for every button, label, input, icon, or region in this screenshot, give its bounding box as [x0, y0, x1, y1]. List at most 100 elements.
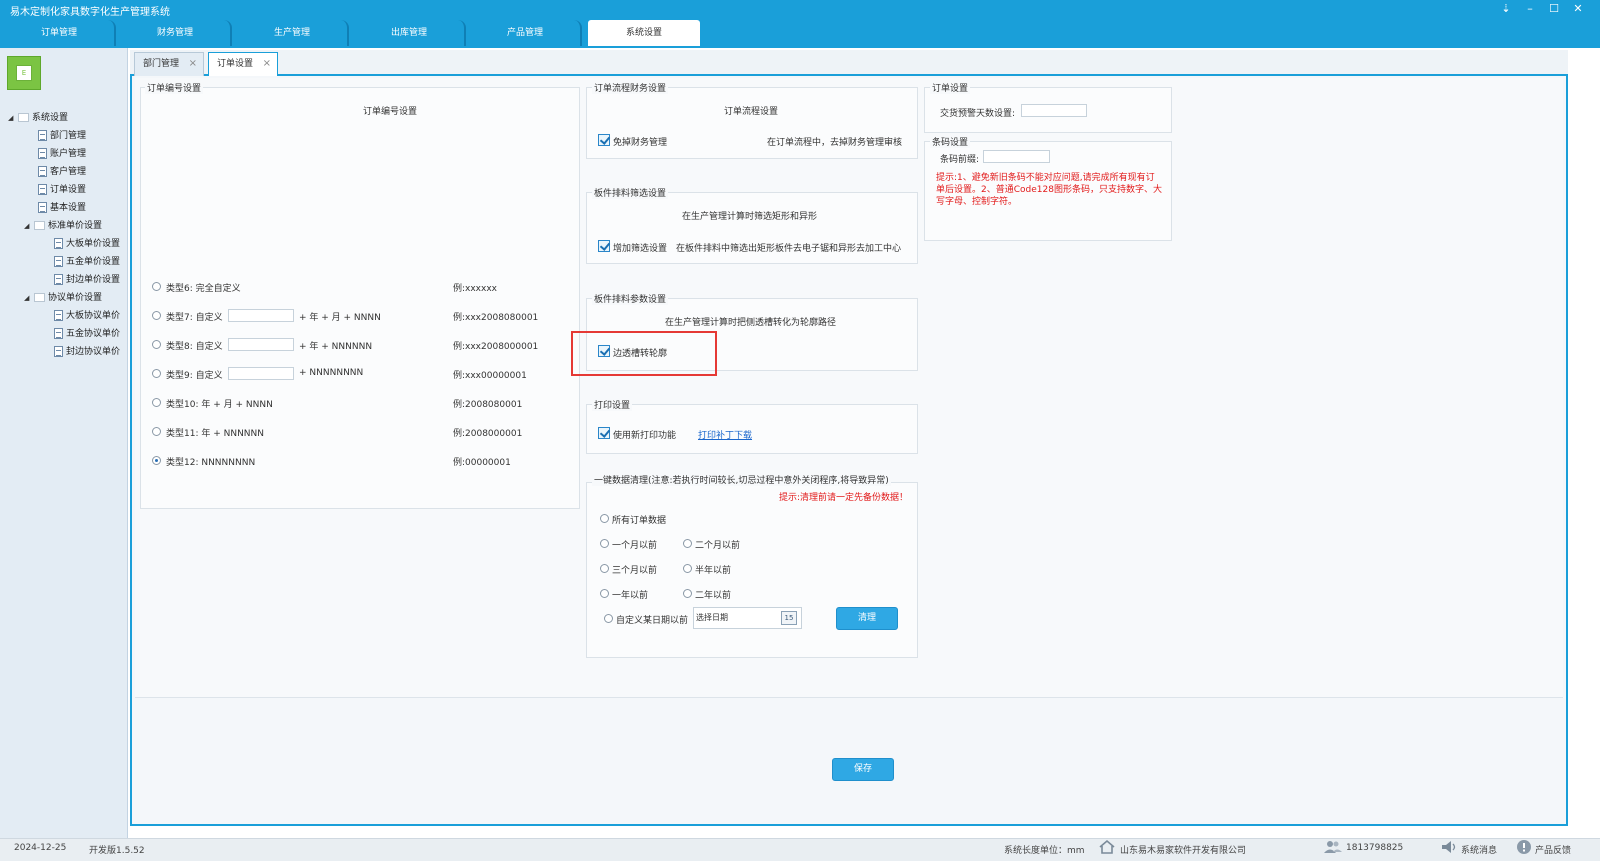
document-icon	[38, 166, 47, 177]
skip-finance-description: 在订单流程中，去掉财务管理审核	[767, 138, 903, 148]
type8-label: 类型8: 自定义	[166, 342, 223, 352]
close-icon[interactable]: ×	[263, 53, 271, 75]
tree-item-department[interactable]: 部门管理	[8, 127, 126, 145]
type8-prefix-input[interactable]	[228, 338, 294, 351]
logo-mark: E	[16, 65, 32, 81]
cleanup-legend: 一键数据清理(注意:若执行时间较长,切忌过程中意外关闭程序,将导致异常)	[592, 473, 891, 486]
tab-production-management[interactable]: 生产管理	[237, 20, 349, 46]
tree-item-board-agreement[interactable]: 大板协议单价	[8, 307, 126, 325]
collapse-arrow-icon[interactable]: ◢	[8, 109, 18, 127]
radio-type8[interactable]	[152, 340, 161, 349]
nesting-params-title: 在生产管理计算时把侧透槽转化为轮廓路径	[665, 318, 837, 328]
type9-prefix-input[interactable]	[228, 367, 294, 380]
close-icon[interactable]: ×	[189, 53, 197, 75]
collapse-arrow-icon[interactable]: ◢	[24, 289, 34, 307]
document-icon	[54, 328, 63, 339]
skip-finance-checkbox[interactable]	[598, 134, 610, 146]
radio-cleanup-custom-date[interactable]	[604, 614, 613, 623]
type7-label: 类型7: 自定义	[166, 313, 223, 323]
subtab-order-settings[interactable]: 订单设置 ×	[208, 52, 278, 77]
document-icon	[54, 310, 63, 321]
tree-item-agreement-price[interactable]: ◢ 协议单价设置	[8, 289, 126, 307]
tree-item-hardware-agreement[interactable]: 五金协议单价	[8, 325, 126, 343]
order-number-legend: 订单编号设置	[145, 81, 204, 94]
nesting-filter-title: 在生产管理计算时筛选矩形和异形	[682, 212, 818, 222]
type12-example: 例:00000001	[453, 458, 511, 468]
tree-item-standard-price[interactable]: ◢ 标准单价设置	[8, 217, 126, 235]
system-messages[interactable]: 系统消息	[1461, 843, 1497, 856]
type10-label: 类型10: 年 + 月 + NNNN	[166, 400, 273, 410]
tree-item-customers[interactable]: 客户管理	[8, 163, 126, 181]
cleanup-warning: 提示:清理前请一定先备份数据！	[779, 493, 909, 503]
tree-item-basic-settings[interactable]: 基本设置	[8, 199, 126, 217]
radio-cleanup-half-year[interactable]	[683, 564, 692, 573]
nesting-params-legend: 板件排料参数设置	[592, 292, 669, 305]
radio-type7[interactable]	[152, 311, 161, 320]
speaker-icon[interactable]	[1441, 840, 1457, 854]
feedback-icon[interactable]	[1516, 839, 1532, 855]
document-icon	[54, 346, 63, 357]
app-logo: E	[7, 56, 41, 90]
radio-cleanup-all[interactable]	[600, 514, 609, 523]
radio-cleanup-3-months[interactable]	[600, 564, 609, 573]
minimize-icon[interactable]: –	[1522, 2, 1538, 15]
folder-icon	[34, 293, 45, 302]
print-patch-download-link[interactable]: 打印补丁下载	[698, 428, 752, 441]
type7-prefix-input[interactable]	[228, 309, 294, 322]
folder-icon	[34, 221, 45, 230]
radio-type9[interactable]	[152, 369, 161, 378]
cleanup-button[interactable]: 清理	[836, 607, 898, 630]
type9-example: 例:xxx00000001	[453, 371, 527, 381]
order-flow-fieldset	[586, 87, 918, 159]
product-feedback[interactable]: 产品反馈	[1535, 843, 1571, 856]
folder-icon	[18, 113, 29, 122]
tree-item-edging-price[interactable]: 封边单价设置	[8, 271, 126, 289]
tab-system-settings[interactable]: 系统设置	[588, 20, 700, 46]
cleanup-half-year-label: 半年以前	[695, 566, 732, 576]
close-icon[interactable]: ✕	[1570, 2, 1586, 15]
radio-cleanup-1-month[interactable]	[600, 539, 609, 548]
tree-item-system-settings[interactable]: ◢ 系统设置	[8, 109, 126, 127]
calendar-icon[interactable]: 15	[781, 611, 797, 625]
tree-item-hardware-price[interactable]: 五金单价设置	[8, 253, 126, 271]
order-flow-legend: 订单流程财务设置	[592, 81, 669, 94]
type12-label: 类型12: NNNNNNNN	[166, 458, 256, 468]
save-button[interactable]: 保存	[832, 758, 894, 781]
order-settings-legend: 订单设置	[930, 81, 971, 94]
type8-example: 例:xxx2008000001	[453, 342, 539, 352]
radio-type10[interactable]	[152, 398, 161, 407]
tab-order-management[interactable]: 订单管理	[4, 20, 116, 46]
barcode-legend: 条码设置	[930, 135, 971, 148]
tree-item-accounts[interactable]: 账户管理	[8, 145, 126, 163]
tree-item-edging-agreement[interactable]: 封边协议单价	[8, 343, 126, 361]
collapse-arrow-icon[interactable]: ◢	[24, 217, 34, 235]
radio-type12[interactable]	[152, 456, 161, 465]
maximize-icon[interactable]: ☐	[1546, 2, 1562, 15]
tab-product-management[interactable]: 产品管理	[470, 20, 582, 46]
document-icon	[38, 130, 47, 141]
subtab-department[interactable]: 部门管理 ×	[134, 52, 204, 76]
cleanup-all-label: 所有订单数据	[612, 516, 667, 526]
new-print-checkbox[interactable]	[598, 427, 610, 439]
order-number-fieldset	[140, 87, 580, 509]
radio-cleanup-2-years[interactable]	[683, 589, 692, 598]
radio-type11[interactable]	[152, 427, 161, 436]
radio-type6[interactable]	[152, 282, 161, 291]
tree-item-order-settings[interactable]: 订单设置	[8, 181, 126, 199]
skip-finance-label: 免掉财务管理	[613, 138, 668, 148]
add-filter-checkbox[interactable]	[598, 240, 610, 252]
document-icon	[54, 238, 63, 249]
barcode-prefix-input[interactable]	[983, 150, 1050, 163]
radio-cleanup-2-months[interactable]	[683, 539, 692, 548]
document-icon	[38, 148, 47, 159]
order-number-title: 订单编号设置	[363, 107, 418, 117]
document-icon	[54, 256, 63, 267]
type7-suffix: + 年 + 月 + NNNN	[299, 313, 381, 323]
tab-shipping-management[interactable]: 出库管理	[354, 20, 466, 46]
tree-item-board-price[interactable]: 大板单价设置	[8, 235, 126, 253]
warn-days-input[interactable]	[1021, 104, 1087, 117]
user-icon	[1324, 841, 1342, 853]
radio-cleanup-1-year[interactable]	[600, 589, 609, 598]
tab-finance-management[interactable]: 财务管理	[120, 20, 232, 46]
pin-icon[interactable]: ⇣	[1498, 2, 1514, 15]
